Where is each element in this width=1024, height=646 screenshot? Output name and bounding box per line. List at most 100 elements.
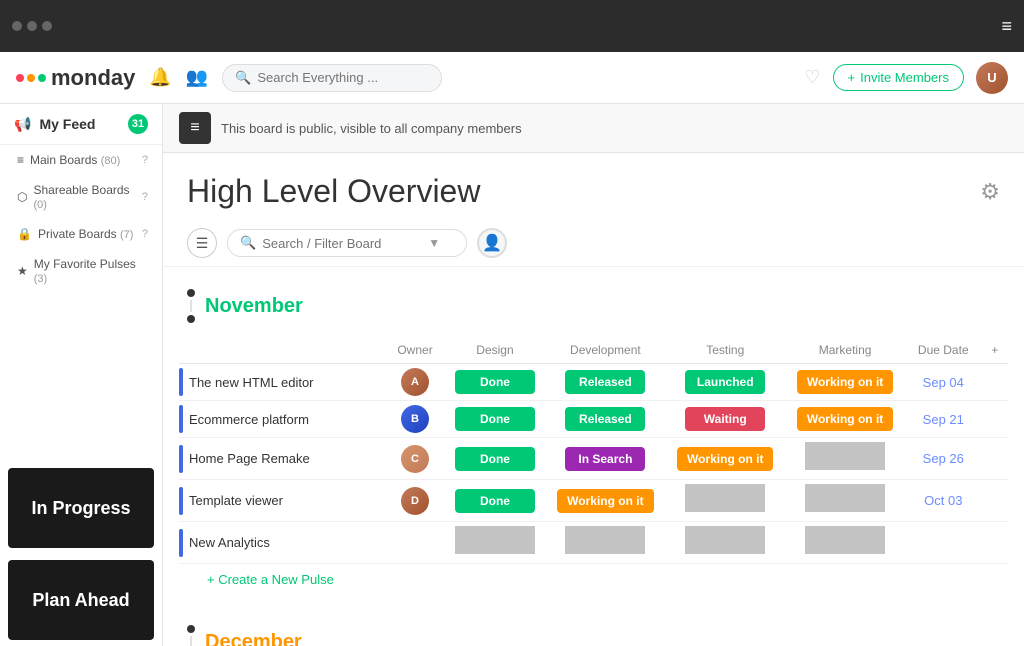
pulse-name-cell[interactable]: Home Page Remake [179, 438, 386, 480]
development-status: In Search [565, 447, 645, 471]
design-cell[interactable]: Done [444, 438, 545, 480]
pulse-name-text: The new HTML editor [189, 375, 314, 390]
col-add-header[interactable]: + [982, 337, 1008, 364]
col-owner-header: Owner [386, 337, 445, 364]
sidebar-item-shareable-boards[interactable]: ⬡ Shareable Boards (0) ? [0, 175, 162, 219]
plan-ahead-card[interactable]: Plan Ahead [8, 560, 154, 640]
col-duedate-header: Due Date [905, 337, 982, 364]
global-search[interactable]: 🔍 [222, 64, 442, 92]
sidebar-item-private-boards[interactable]: 🔒 Private Boards (7) ? [0, 219, 162, 249]
table-row: Template viewerDDoneWorking on itOct 03 [179, 480, 1008, 522]
col-testing-header: Testing [665, 337, 785, 364]
board-settings-icon[interactable]: ⚙ [980, 179, 1000, 205]
testing-cell[interactable]: Working on it [665, 438, 785, 480]
shareable-icon: ⬡ [17, 190, 27, 204]
logo-dot-green [38, 74, 46, 82]
owner-avatar: C [401, 445, 429, 473]
favorite-icon[interactable]: ♡ [804, 67, 820, 88]
development-cell[interactable] [545, 522, 665, 564]
development-cell[interactable]: Released [545, 364, 665, 401]
extra-cell [982, 364, 1008, 401]
pulse-name-cell[interactable]: New Analytics [179, 522, 386, 564]
design-cell[interactable]: Done [444, 401, 545, 438]
marketing-cell[interactable] [785, 480, 905, 522]
testing-cell[interactable] [665, 480, 785, 522]
in-progress-card[interactable]: In Progress [8, 468, 154, 548]
topbar-menu-icon[interactable]: ≡ [1001, 16, 1012, 37]
november-title: November [205, 295, 303, 318]
myfeed-label: My Feed [39, 116, 95, 132]
sidebar-myfeed[interactable]: 📢 My Feed 31 [0, 104, 162, 145]
pulse-color-bar [179, 529, 183, 557]
hamburger-button[interactable]: ≡ [179, 112, 211, 144]
development-cell[interactable]: In Search [545, 438, 665, 480]
december-section-header: December [179, 619, 1008, 646]
due-date-cell: Sep 26 [905, 438, 982, 480]
search-input[interactable] [257, 70, 397, 85]
table-row: Ecommerce platformBDone Released WaitingWo… [179, 401, 1008, 438]
col-design-header: Design [444, 337, 545, 364]
owner-cell: B [386, 401, 445, 438]
marketing-cell[interactable]: Working on it [785, 401, 905, 438]
november-section-header: November [179, 283, 1008, 329]
col-marketing-header: Marketing [785, 337, 905, 364]
view-toggle-icon[interactable]: ☰ [187, 228, 217, 258]
sidebar-item-favorites[interactable]: ★ My Favorite Pulses (3) [0, 249, 162, 293]
design-cell[interactable] [444, 522, 545, 564]
board-header: High Level Overview ⚙ [163, 153, 1024, 220]
extra-cell [982, 480, 1008, 522]
sidebar: 📢 My Feed 31 ≡ Main Boards (80) ? ⬡ Shar… [0, 104, 163, 646]
development-cell[interactable]: Released [545, 401, 665, 438]
section-dots-dec [187, 625, 195, 646]
marketing-cell[interactable]: Working on it [785, 364, 905, 401]
sidebar-spacer [0, 293, 162, 462]
owner-cell [386, 522, 445, 564]
user-avatar[interactable]: U [976, 62, 1008, 94]
pulse-name-text: New Analytics [189, 535, 270, 550]
marketing-cell[interactable] [785, 438, 905, 480]
invite-label: Invite Members [860, 70, 949, 85]
filter-search-input[interactable] [262, 236, 422, 251]
development-status: Released [565, 407, 645, 431]
star-icon: ★ [17, 264, 28, 278]
create-pulse-button[interactable]: + Create a New Pulse [191, 564, 1008, 595]
person-filter-icon[interactable]: 👤 [477, 228, 507, 258]
development-cell[interactable]: Working on it [545, 480, 665, 522]
pulse-name-cell[interactable]: Ecommerce platform [179, 401, 386, 438]
dot-top [187, 289, 195, 297]
create-pulse-label: + Create a New Pulse [207, 572, 334, 587]
logo: monday [16, 65, 135, 91]
bell-icon[interactable]: 🔔 [149, 67, 171, 88]
pulse-color-bar [179, 487, 183, 515]
testing-cell[interactable]: Launched [665, 364, 785, 401]
question-icon-3: ? [142, 228, 148, 240]
december-section: December P.M Design Development Testing … [163, 603, 1024, 646]
testing-cell[interactable] [665, 522, 785, 564]
design-cell[interactable]: Done [444, 480, 545, 522]
testing-status: Launched [685, 370, 765, 394]
november-table: Owner Design Development Testing Marketi… [179, 337, 1008, 564]
owner-cell: C [386, 438, 445, 480]
shareable-boards-label: Shareable Boards (0) [33, 183, 135, 211]
design-status: Done [455, 447, 535, 471]
filter-chevron-icon: ▼ [428, 236, 440, 250]
invite-members-button[interactable]: + Invite Members [833, 64, 964, 91]
due-date-cell: Sep 04 [905, 364, 982, 401]
pulse-name-cell[interactable]: Template viewer [179, 480, 386, 522]
design-cell[interactable]: Done [444, 364, 545, 401]
sidebar-item-main-boards[interactable]: ≡ Main Boards (80) ? [0, 145, 162, 175]
section-dots [187, 289, 195, 323]
people-icon[interactable]: 👥 [186, 67, 208, 88]
pulse-color-bar [179, 368, 183, 396]
marketing-status-empty [805, 484, 885, 512]
filter-search[interactable]: 🔍 ▼ [227, 229, 467, 257]
testing-status: Working on it [677, 447, 773, 471]
marketing-cell[interactable] [785, 522, 905, 564]
extra-cell [982, 522, 1008, 564]
testing-cell[interactable]: Waiting [665, 401, 785, 438]
due-date-cell: Oct 03 [905, 480, 982, 522]
marketing-status-empty [805, 526, 885, 554]
design-status: Done [455, 489, 535, 513]
pulse-name-cell[interactable]: The new HTML editor [179, 364, 386, 401]
owner-avatar: A [401, 368, 429, 396]
